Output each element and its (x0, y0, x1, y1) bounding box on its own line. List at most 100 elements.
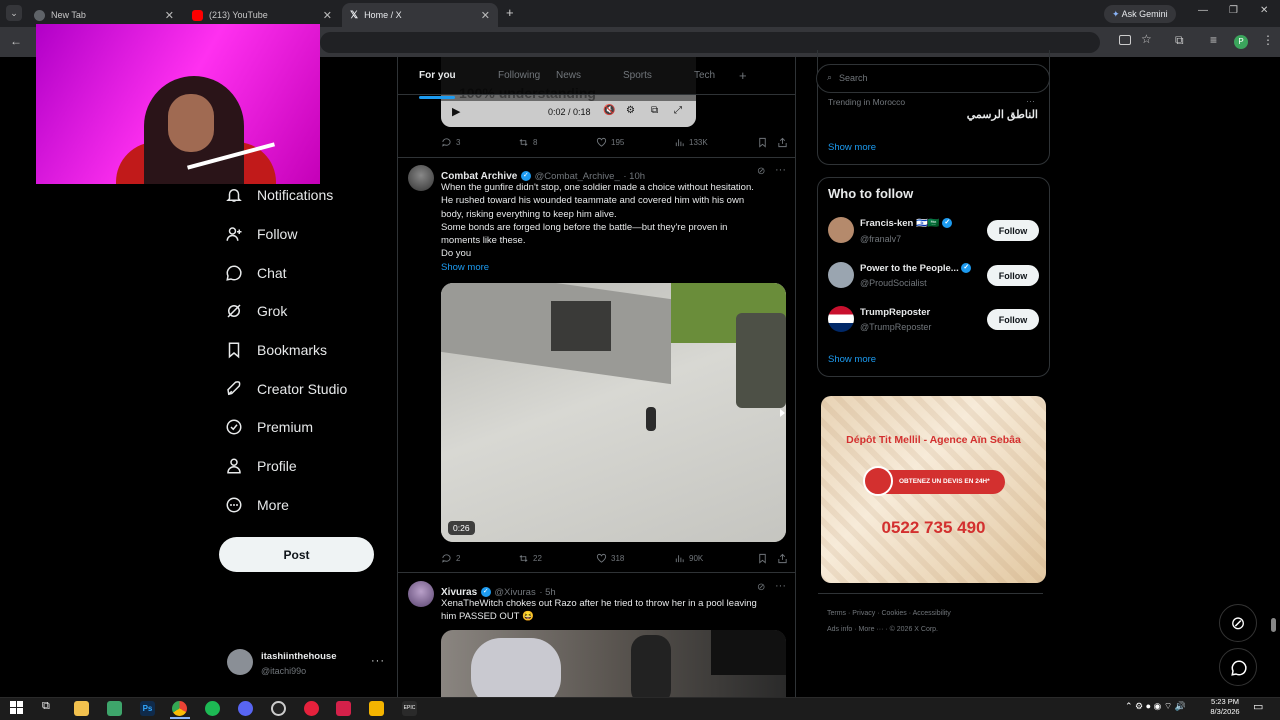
close-icon[interactable]: ✕ (481, 9, 490, 22)
footer-link-privacy[interactable]: Privacy (852, 610, 875, 617)
reply-button[interactable]: 2 (441, 553, 518, 564)
close-icon[interactable]: ✕ (323, 9, 332, 22)
suggestion-name[interactable]: Power to the People... ✓ (860, 263, 972, 274)
footer-link-terms[interactable]: Terms (827, 610, 846, 617)
like-button[interactable]: 195 (596, 137, 674, 148)
suggestion-avatar[interactable] (828, 262, 854, 288)
xivuras-avatar[interactable] (408, 581, 434, 607)
valorant-icon[interactable] (336, 701, 351, 716)
tweet-video[interactable] (441, 630, 786, 697)
chrome-icon[interactable] (172, 701, 187, 716)
photoshop-icon[interactable]: Ps (140, 701, 155, 716)
obs-icon[interactable] (271, 701, 286, 716)
post-button[interactable]: Post (219, 537, 374, 572)
minimize-button[interactable]: — (1198, 5, 1208, 16)
repost-button[interactable]: 8 (518, 137, 596, 148)
tab-news[interactable]: News (556, 70, 623, 81)
follow-button[interactable]: Follow (987, 265, 1039, 286)
trending-topic[interactable]: الناطق الرسمي (900, 108, 1038, 121)
clock[interactable]: 5:23 PM 8/3/2026 (1205, 697, 1245, 717)
pip-icon[interactable]: ⧉ (651, 105, 658, 116)
nav-grok[interactable]: Grok (225, 298, 287, 324)
footer-link-accessibility[interactable]: Accessibility (913, 610, 951, 617)
ask-gemini-button[interactable]: ✦ Ask Gemini (1104, 5, 1176, 23)
spotify-icon[interactable] (205, 701, 220, 716)
nav-profile[interactable]: Profile (225, 453, 297, 479)
back-icon[interactable]: ← (10, 34, 22, 48)
footer-link-cookies[interactable]: Cookies (881, 610, 906, 617)
account-menu-icon[interactable]: ··· (371, 655, 385, 667)
notification-center-icon[interactable]: ▭ (1253, 700, 1263, 713)
tweet-more-icon[interactable]: ··· (775, 164, 786, 176)
scrollbar-thumb[interactable] (1271, 618, 1276, 632)
tab-following[interactable]: Following (470, 70, 556, 81)
repost-button[interactable]: 22 (518, 553, 596, 564)
close-icon[interactable]: ✕ (165, 9, 174, 22)
share-button[interactable] (777, 553, 788, 564)
nav-creator-studio[interactable]: Creator Studio (225, 376, 347, 402)
nav-premium[interactable]: Premium (225, 414, 313, 440)
tab-search-button[interactable]: ⌄ (6, 5, 22, 21)
fullscreen-icon[interactable]: ⤢ (674, 105, 682, 116)
add-tab-icon[interactable]: + (739, 68, 747, 83)
close-window-button[interactable]: ✕ (1260, 5, 1268, 16)
maximize-button[interactable]: ❐ (1229, 5, 1238, 16)
messages-float-button[interactable] (1219, 648, 1257, 686)
trend-more-icon[interactable]: ··· (1026, 96, 1035, 106)
task-view-icon[interactable]: ⧉ (42, 700, 50, 713)
windows-start-icon[interactable] (10, 701, 23, 714)
bookmark-button[interactable] (757, 137, 777, 148)
bookmark-star-icon[interactable]: ☆ (1141, 32, 1152, 46)
suggestion-name[interactable]: Francis-ken 🇮🇱🇸🇦 ✓ (860, 218, 953, 229)
nav-bookmarks[interactable]: Bookmarks (225, 337, 327, 363)
footer-link-ads-info[interactable]: Ads info (827, 626, 852, 633)
tab-sports[interactable]: Sports (623, 70, 694, 81)
tab-tech[interactable]: Tech (694, 70, 739, 81)
follow-button[interactable]: Follow (987, 220, 1039, 241)
grok-explain-icon[interactable]: ⊘ (757, 582, 765, 593)
suggestion-name[interactable]: TrumpReposter (860, 307, 930, 318)
suggestion-avatar[interactable] (828, 306, 854, 332)
grok-float-icon[interactable]: ⊘ (1219, 604, 1257, 642)
nav-notifications[interactable]: Notifications (225, 182, 333, 208)
system-tray-icons[interactable]: ⌃ ⚙ ● ◉ ⌔ 🔊 (1125, 701, 1186, 712)
tab-home-x[interactable]: 𝕏 Home / X ✕ (342, 3, 498, 27)
footer-link-more[interactable]: More ··· (859, 626, 884, 633)
tweet-more-icon[interactable]: ··· (775, 580, 786, 592)
nav-follow[interactable]: Follow (225, 221, 297, 247)
follow-button[interactable]: Follow (987, 309, 1039, 330)
show-more-trends-link[interactable]: Show more (828, 142, 876, 153)
views-button[interactable]: 90K (674, 553, 757, 564)
play-icon[interactable]: ▶ (452, 105, 460, 118)
views-button[interactable]: 133K (674, 137, 757, 148)
profile-avatar[interactable]: P (1234, 35, 1248, 49)
app-icon[interactable] (304, 701, 319, 716)
bookmark-button[interactable] (757, 553, 777, 564)
share-button[interactable] (777, 137, 788, 148)
nav-chat[interactable]: Chat (225, 260, 287, 286)
settings-gear-icon[interactable]: ⚙ (626, 105, 635, 116)
new-tab-button[interactable]: + (506, 5, 514, 20)
show-more-follows-link[interactable]: Show more (828, 354, 876, 365)
discord-icon[interactable] (238, 701, 253, 716)
search-input[interactable]: ⌕ Search (816, 64, 1050, 93)
store-icon[interactable] (107, 701, 122, 716)
tab-for-you[interactable]: For you (398, 70, 470, 99)
show-more-link[interactable]: Show more (441, 261, 781, 274)
file-explorer-icon[interactable] (74, 701, 89, 716)
epic-games-icon[interactable]: EPIC (402, 701, 417, 716)
extensions-icon[interactable]: ⧉ (1175, 33, 1184, 48)
media-control-icon[interactable]: ≡ (1210, 33, 1217, 47)
suggestion-avatar[interactable] (828, 217, 854, 243)
grok-explain-icon[interactable]: ⊘ (757, 166, 765, 177)
account-avatar[interactable] (227, 649, 253, 675)
ad-banner[interactable]: Dépôt Tit Mellil - Agence Aïn Sebâa OBTE… (821, 396, 1046, 583)
tweet-video[interactable]: 0:26 (441, 283, 786, 542)
scrollbar[interactable] (1270, 58, 1278, 697)
mute-icon[interactable]: 🔇 (603, 105, 615, 116)
like-button[interactable]: 318 (596, 553, 674, 564)
account-name[interactable]: itashiinthehouse (261, 651, 336, 662)
reply-button[interactable]: 3 (441, 137, 518, 148)
combat-archive-avatar[interactable] (408, 165, 434, 191)
cast-icon[interactable] (1119, 35, 1131, 45)
